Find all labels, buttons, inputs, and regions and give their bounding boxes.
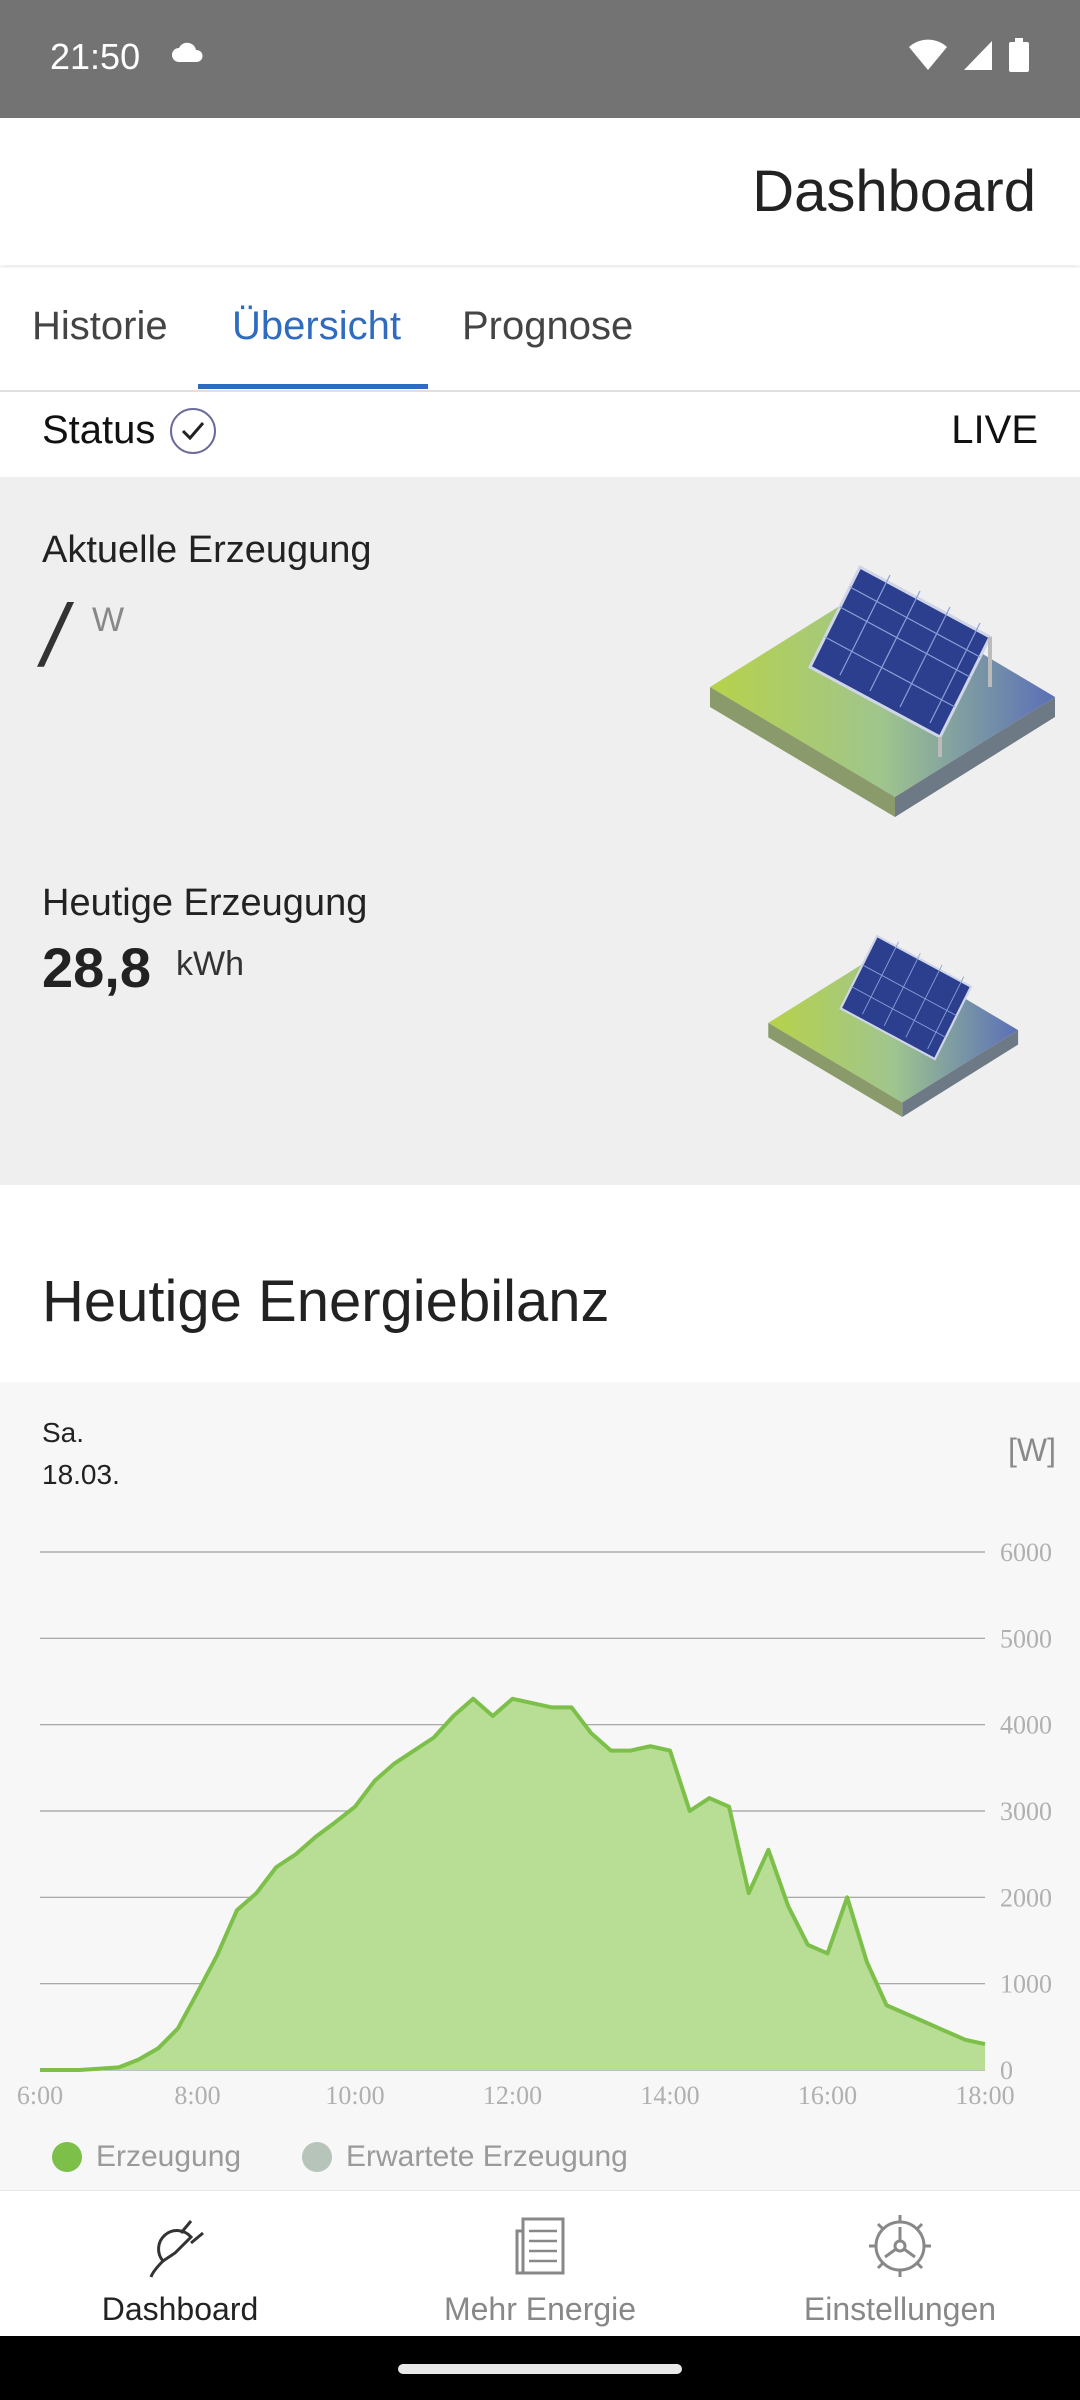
legend-dot-expected <box>302 2142 332 2172</box>
check-icon <box>170 408 216 454</box>
y-tick-label: 1000 <box>1000 1970 1052 1999</box>
x-tick-label: 14:00 <box>640 2081 699 2110</box>
energy-chart-panel: Sa. 18.03. [W] 0 1000 2000 3000 4000 5000 6000… <box>0 1382 1080 2190</box>
newspaper-icon <box>515 2217 565 2275</box>
app-bar: Dashboard <box>0 118 1080 265</box>
nav-mehr-energie[interactable]: Mehr Energie <box>360 2191 720 2337</box>
nav-dashboard-label: Dashboard <box>101 2291 259 2327</box>
section-title: Heutige Energiebilanz <box>42 1269 610 1334</box>
x-tick-label: 8:00 <box>174 2081 220 2110</box>
legend-label-expected: Erwartete Erzeugung <box>346 2140 628 2173</box>
x-tick-label: 16:00 <box>798 2081 857 2110</box>
tab-prognose[interactable]: Prognose <box>462 304 633 349</box>
gear-icon <box>869 2215 931 2277</box>
legend-dot-production <box>52 2142 82 2172</box>
system-navigation-bar <box>0 2336 1080 2400</box>
y-tick-label: 2000 <box>1000 1883 1052 1912</box>
today-generation-label: Heutige Erzeugung <box>42 882 368 924</box>
x-tick-label: 12:00 <box>483 2081 542 2110</box>
current-generation-unit: W <box>92 601 125 639</box>
nav-dashboard[interactable]: Dashboard <box>0 2191 360 2337</box>
wifi-icon <box>908 39 948 76</box>
x-tick-label: 10:00 <box>325 2081 384 2110</box>
signal-icon <box>962 39 994 76</box>
legend-item-expected: Erwartete Erzeugung <box>302 2140 628 2174</box>
solar-panel-illustration <box>710 564 1055 817</box>
live-indicator: LIVE <box>951 408 1038 452</box>
legend-label-production: Erzeugung <box>96 2140 242 2173</box>
tab-historie[interactable]: Historie <box>32 304 168 349</box>
system-status-bar: 21:50 <box>0 0 1080 118</box>
series-area-0 <box>40 1698 985 2070</box>
y-tick-label: 4000 <box>1000 1711 1052 1740</box>
x-tick-label: 6:00 <box>17 2081 63 2110</box>
solar-panel-small-illustration <box>768 934 1019 1117</box>
nav-mehr-energie-label: Mehr Energie <box>443 2291 637 2327</box>
status-label: Status <box>42 408 156 452</box>
today-generation-value: 28,8 <box>42 936 151 999</box>
battery-icon <box>1008 38 1030 77</box>
home-gesture-bar[interactable] <box>398 2364 682 2374</box>
today-generation-unit: kWh <box>176 945 244 983</box>
x-tick-label: 18:00 <box>955 2081 1014 2110</box>
clock: 21:50 <box>50 36 141 77</box>
cloud-icon <box>170 40 206 69</box>
bottom-navigation: Dashboard Mehr Energie Einstellungen <box>0 2190 1080 2337</box>
current-generation-value: / <box>42 586 67 685</box>
legend-item-production: Erzeugung <box>52 2140 241 2174</box>
active-tab-indicator <box>198 384 428 389</box>
nav-einstellungen-label: Einstellungen <box>803 2291 997 2327</box>
nav-einstellungen[interactable]: Einstellungen <box>720 2191 1080 2337</box>
y-tick-label: 6000 <box>1000 1538 1052 1567</box>
y-tick-label: 3000 <box>1000 1797 1052 1826</box>
plug-icon <box>149 2220 204 2278</box>
y-tick-label: 5000 <box>1000 1624 1052 1653</box>
generation-panel: Aktuelle Erzeugung / W Heutige Erzeugung… <box>0 477 1080 1185</box>
tab-uebersicht[interactable]: Übersicht <box>232 304 401 349</box>
tab-bar: Historie Übersicht Prognose <box>0 268 1080 392</box>
status-row: Status LIVE <box>0 392 1080 477</box>
page-title: Dashboard <box>752 159 1036 224</box>
current-generation-label: Aktuelle Erzeugung <box>42 529 372 571</box>
energy-chart: 01000200030004000500060006:00 8:00 10:00 12… <box>17 1538 1052 2110</box>
